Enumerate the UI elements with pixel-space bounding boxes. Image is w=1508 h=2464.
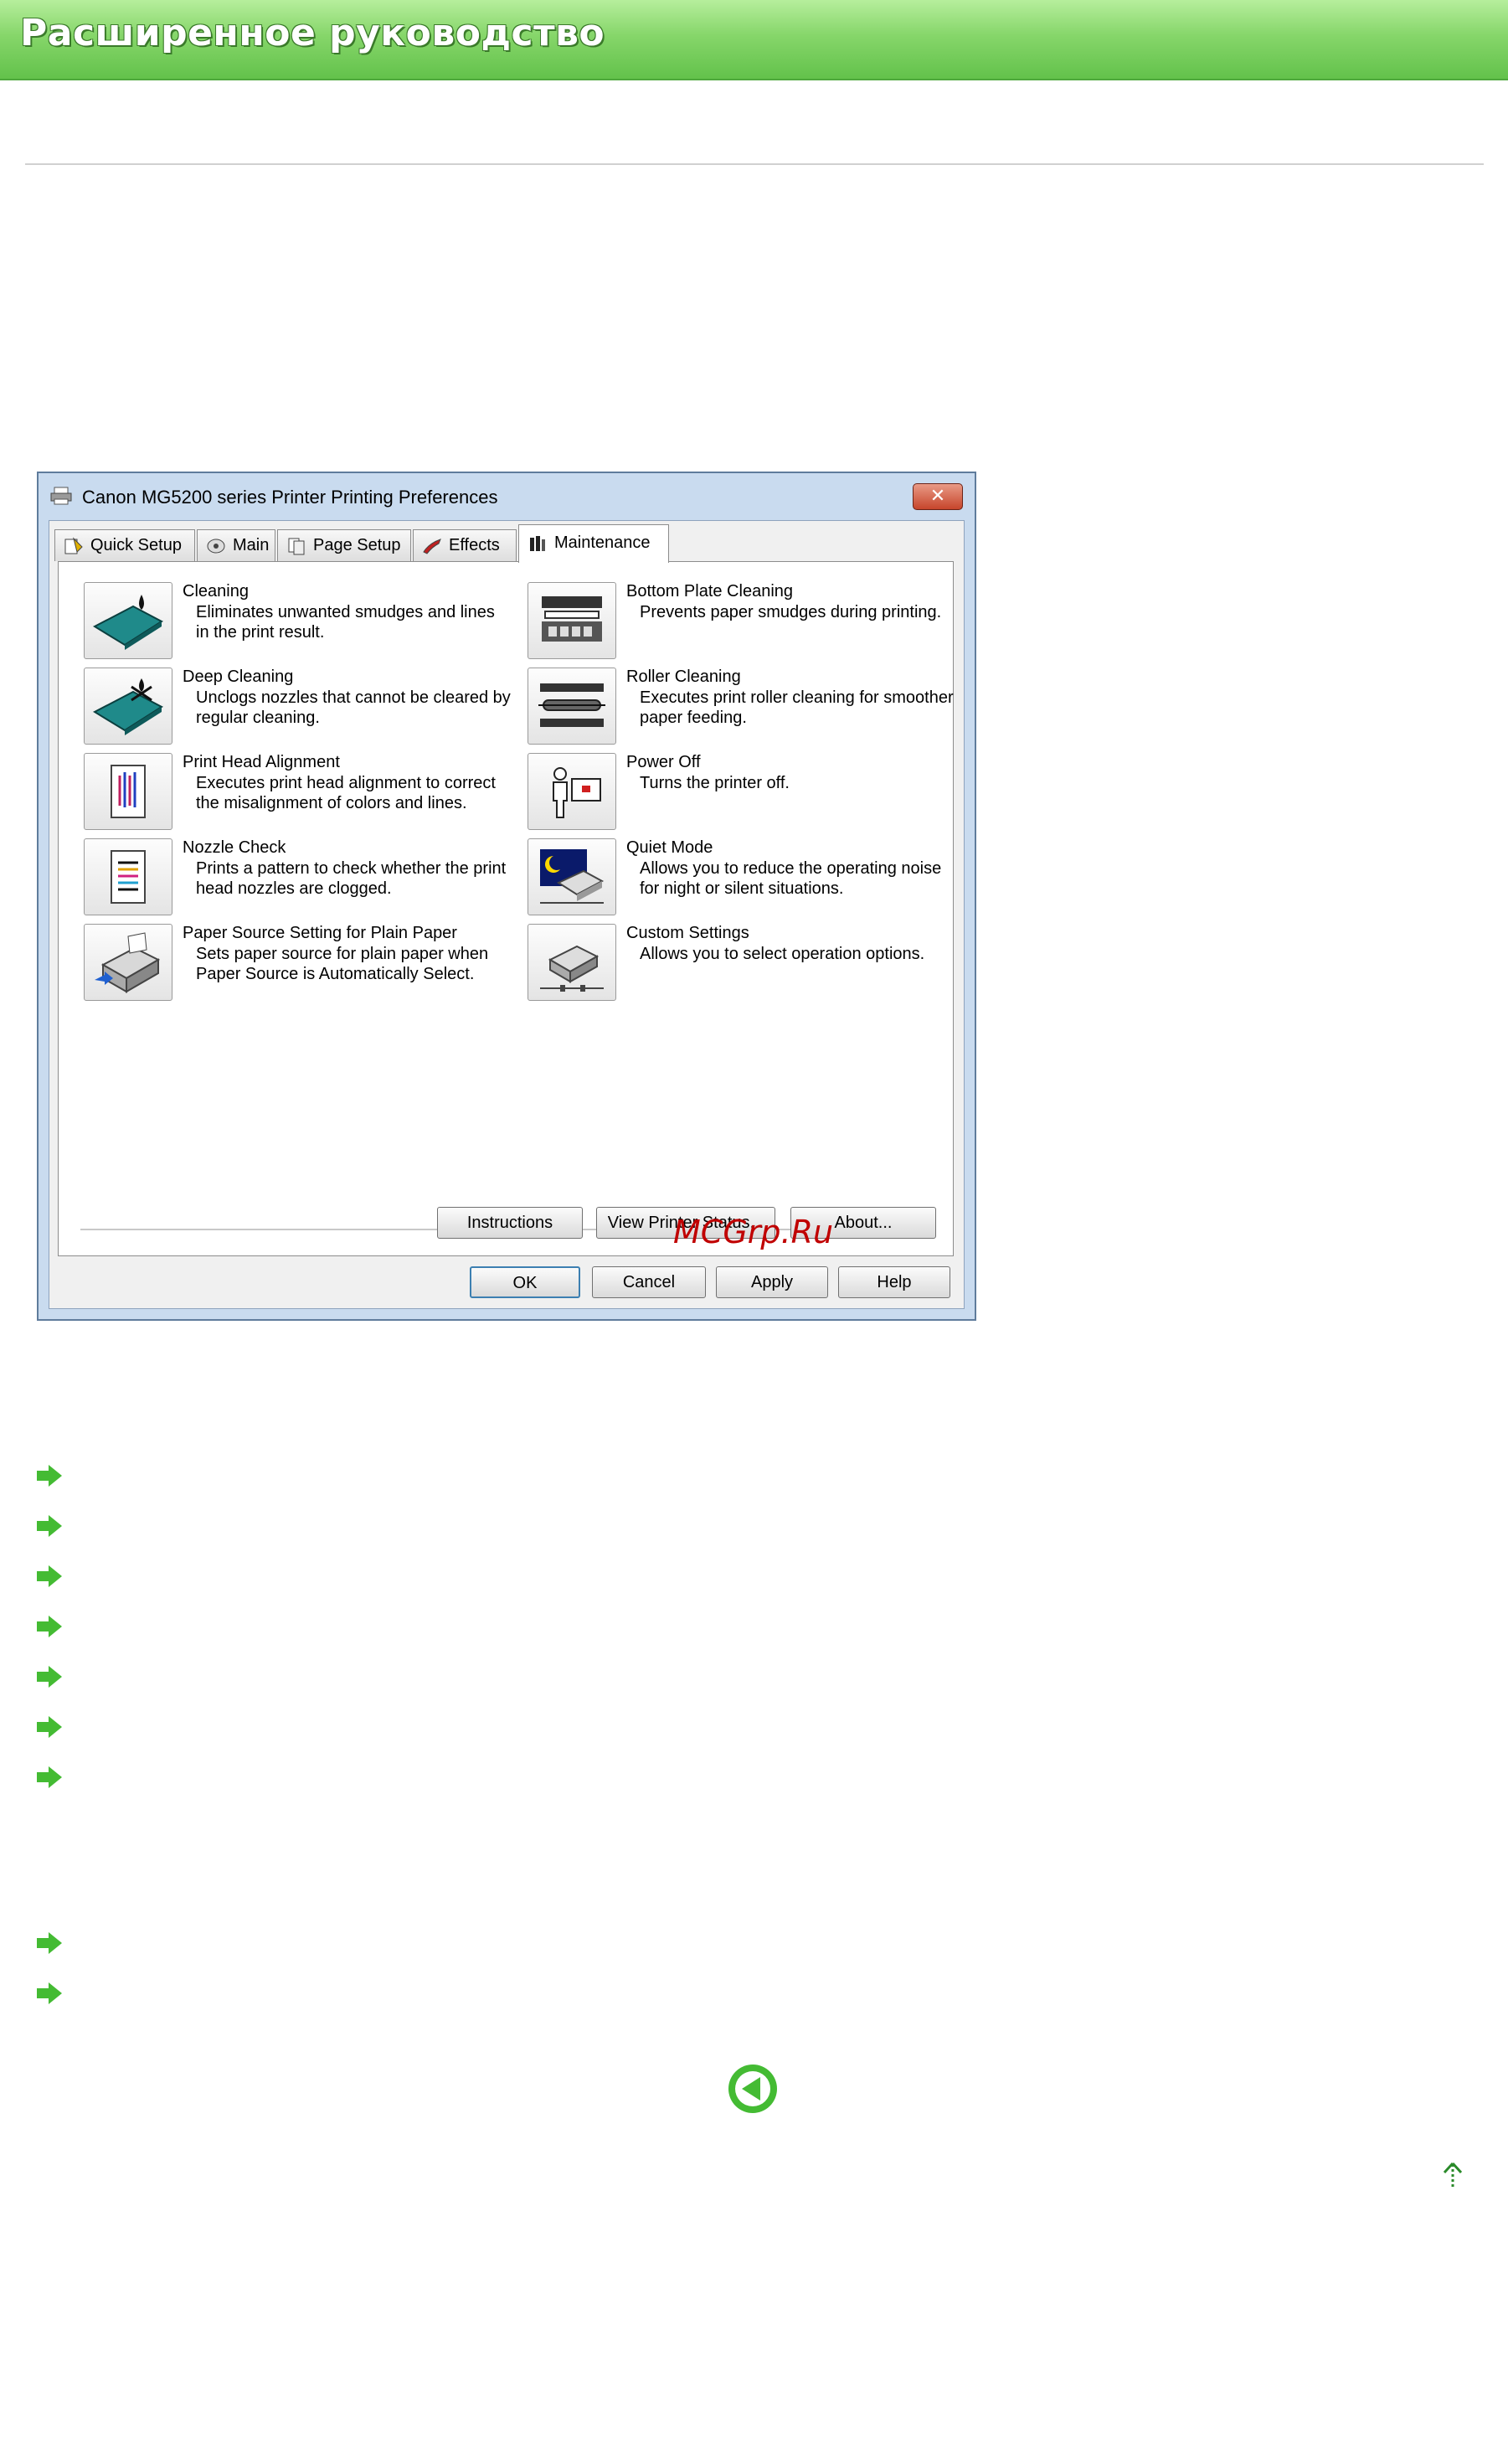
page-title: Расширенное руководство <box>20 12 605 54</box>
tab-quick-setup[interactable]: Quick Setup <box>54 529 195 561</box>
custom-settings-item: Custom Settings Allows you to select ope… <box>528 924 955 1008</box>
tab-main[interactable]: Main <box>197 529 275 561</box>
deep-cleaning-item: Deep Cleaning Unclogs nozzles that canno… <box>84 668 511 751</box>
bottom-plate-cleaning-button[interactable] <box>528 582 616 659</box>
deep-cleaning-icon <box>92 678 163 735</box>
item-description: Executes print head alignment to correct… <box>196 774 496 812</box>
item-description: Sets paper source for plain paper when P… <box>196 945 489 983</box>
item-title: Deep Cleaning <box>183 668 294 686</box>
tab-label: Main <box>233 536 270 554</box>
item-description: Eliminates unwanted smudges and lines in… <box>196 603 495 642</box>
ok-button[interactable]: OK <box>470 1266 580 1298</box>
divider <box>25 163 1484 165</box>
item-description: Unclogs nozzles that cannot be cleared b… <box>196 688 511 727</box>
nozzle-check-button[interactable] <box>84 838 172 915</box>
back-arrow-icon[interactable] <box>727 2063 779 2115</box>
deep-cleaning-button[interactable] <box>84 668 172 745</box>
power-off-button[interactable] <box>528 753 616 830</box>
tab-maintenance[interactable]: Maintenance <box>518 524 669 563</box>
item-description: Allows you to reduce the operating noise… <box>640 859 942 898</box>
roller-cleaning-item: Roller Cleaning Executes print roller cl… <box>528 668 955 751</box>
tab-label: Maintenance <box>554 534 651 552</box>
maintenance-panel: Cleaning Eliminates unwanted smudges and… <box>58 561 954 1256</box>
green-arrow-icon[interactable] <box>35 1614 64 1639</box>
watermark: MCGrp.Ru <box>673 1214 834 1250</box>
roller-cleaning-button[interactable] <box>528 668 616 745</box>
item-title: Quiet Mode <box>626 838 713 857</box>
print-head-alignment-icon <box>111 765 146 818</box>
bottom-plate-cleaning-icon <box>542 596 602 642</box>
instructions-button[interactable]: Instructions <box>437 1207 583 1239</box>
page-setup-icon <box>288 538 305 555</box>
custom-settings-icon <box>540 945 604 992</box>
item-description: Turns the printer off. <box>640 774 790 792</box>
cleaning-button[interactable] <box>84 582 172 659</box>
quiet-mode-button[interactable] <box>528 838 616 915</box>
item-description: Executes print roller cleaning for smoot… <box>640 688 954 727</box>
dialog-title: Canon MG5200 series Printer Printing Pre… <box>82 487 498 508</box>
printing-preferences-dialog: Canon MG5200 series Printer Printing Pre… <box>37 472 976 1321</box>
power-off-icon <box>553 767 601 818</box>
print-head-alignment-item: Print Head Alignment Executes print head… <box>84 753 511 837</box>
effects-icon <box>423 538 441 554</box>
tab-label: Page Setup <box>313 536 401 554</box>
cleaning-item: Cleaning Eliminates unwanted smudges and… <box>84 582 511 666</box>
green-arrow-icon[interactable] <box>35 1564 64 1589</box>
tab-label: Effects <box>449 536 500 554</box>
paper-source-button[interactable] <box>84 924 172 1001</box>
help-button[interactable]: Help <box>838 1266 950 1298</box>
page-top-icon[interactable] <box>1442 2161 1464 2189</box>
green-arrow-icon[interactable] <box>35 1664 64 1689</box>
green-arrow-icon[interactable] <box>35 1981 64 2006</box>
item-title: Custom Settings <box>626 924 749 942</box>
paper-source-item: Paper Source Setting for Plain Paper Set… <box>84 924 511 1008</box>
green-arrow-icon[interactable] <box>35 1513 64 1539</box>
item-title: Roller Cleaning <box>626 668 741 686</box>
green-arrow-icon[interactable] <box>35 1463 64 1488</box>
print-head-alignment-button[interactable] <box>84 753 172 830</box>
power-off-item: Power Off Turns the printer off. <box>528 753 955 837</box>
green-arrow-icon[interactable] <box>35 1765 64 1790</box>
item-title: Paper Source Setting for Plain Paper <box>183 924 457 942</box>
quick-setup-icon <box>64 537 83 554</box>
header-banner: Расширенное руководство <box>0 0 1508 80</box>
item-title: Print Head Alignment <box>183 753 340 771</box>
tab-effects[interactable]: Effects <box>413 529 517 561</box>
item-description: Allows you to select operation options. <box>640 945 925 963</box>
maintenance-icon <box>530 535 545 551</box>
main-icon <box>207 539 225 554</box>
item-title: Cleaning <box>183 582 249 601</box>
item-title: Nozzle Check <box>183 838 286 857</box>
tab-page-setup[interactable]: Page Setup <box>277 529 411 561</box>
roller-cleaning-icon <box>538 683 605 727</box>
dialog-body: Quick Setup Main Page Setup Effects Main… <box>49 520 965 1309</box>
close-button[interactable]: ✕ <box>913 483 963 510</box>
cleaning-icon <box>92 595 163 650</box>
nozzle-check-item: Nozzle Check Prints a pattern to check w… <box>84 838 511 922</box>
item-title: Power Off <box>626 753 701 771</box>
cancel-button[interactable]: Cancel <box>592 1266 706 1298</box>
item-title: Bottom Plate Cleaning <box>626 582 794 601</box>
bottom-plate-cleaning-item: Bottom Plate Cleaning Prevents paper smu… <box>528 582 955 666</box>
item-description: Prevents paper smudges during printing. <box>640 603 942 621</box>
apply-button[interactable]: Apply <box>716 1266 828 1298</box>
quiet-mode-item: Quiet Mode Allows you to reduce the oper… <box>528 838 955 922</box>
quiet-mode-icon <box>540 849 605 904</box>
custom-settings-button[interactable] <box>528 924 616 1001</box>
green-arrow-icon[interactable] <box>35 1714 64 1740</box>
nozzle-check-icon <box>111 850 146 904</box>
tab-label: Quick Setup <box>90 536 182 554</box>
printer-icon <box>50 487 72 505</box>
dialog-titlebar: Canon MG5200 series Printer Printing Pre… <box>39 473 975 520</box>
item-description: Prints a pattern to check whether the pr… <box>196 859 507 898</box>
paper-source-icon <box>95 932 161 993</box>
green-arrow-icon[interactable] <box>35 1930 64 1956</box>
